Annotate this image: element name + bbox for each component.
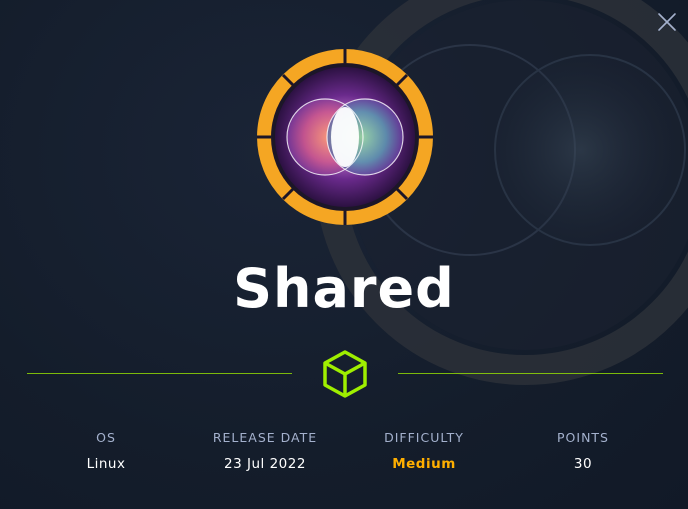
stat-difficulty: DIFFICULTY Medium [344,428,504,474]
stat-label: OS [96,430,116,445]
machine-name: Shared [233,257,455,320]
machine-stats: OS Linux RELEASE DATE 23 Jul 2022 DIFFIC… [0,428,688,488]
stat-label: POINTS [557,430,609,445]
stat-value: 30 [573,456,593,472]
stat-value: 23 Jul 2022 [224,456,306,472]
difficulty-badge: Medium [392,456,456,472]
stat-os: OS Linux [26,428,186,474]
machine-info-dialog: Shared OS Linux RELEASE DATE 23 Jul 2022… [0,0,688,509]
stat-points: POINTS 30 [503,428,663,474]
close-icon[interactable] [655,10,679,34]
stat-label: RELEASE DATE [212,430,318,445]
stat-release-date: RELEASE DATE 23 Jul 2022 [185,428,345,474]
divider-right [398,373,663,374]
shared-logo-icon [257,49,433,225]
stat-label: DIFFICULTY [384,430,464,445]
divider-left [27,373,292,374]
cube-icon [323,350,367,398]
stat-value: Linux [86,456,126,472]
